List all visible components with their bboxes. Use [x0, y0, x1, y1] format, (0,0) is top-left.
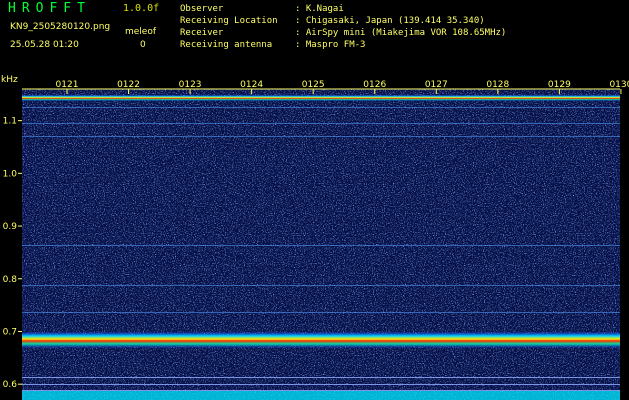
bottom-band	[22, 391, 620, 400]
spectrogram: 0121 0122 0123 0124 0125 0126 0127 0128 0129 0130…	[3, 80, 629, 400]
frequency-unit-label: kHz	[1, 75, 18, 85]
time-tick-label: 0128	[486, 80, 509, 90]
time-tick-label: 0126	[363, 80, 386, 90]
plot-noise	[22, 89, 620, 400]
freq-tick-label: 0.8	[3, 275, 18, 285]
strong-signal-band	[22, 331, 620, 348]
time-tick-label: 0122	[117, 80, 140, 90]
freq-tick-label: 0.6	[3, 380, 18, 390]
freq-tick-label: 0.9	[3, 222, 18, 232]
time-tick-label: 0129	[548, 80, 571, 90]
strong-signal-band	[22, 94, 620, 101]
time-tick-label: 0123	[179, 80, 202, 90]
freq-tick-label: 1.1	[3, 117, 17, 127]
time-tick-label: 0125	[302, 80, 325, 90]
time-tick-label: 0121	[56, 80, 79, 90]
freq-tick-label: 1.0	[3, 169, 18, 179]
freq-tick-label: 0.7	[3, 327, 17, 337]
time-tick-label: 0124	[240, 80, 263, 90]
time-tick-label: 0130	[609, 80, 629, 90]
time-tick-label: 0127	[425, 80, 448, 90]
